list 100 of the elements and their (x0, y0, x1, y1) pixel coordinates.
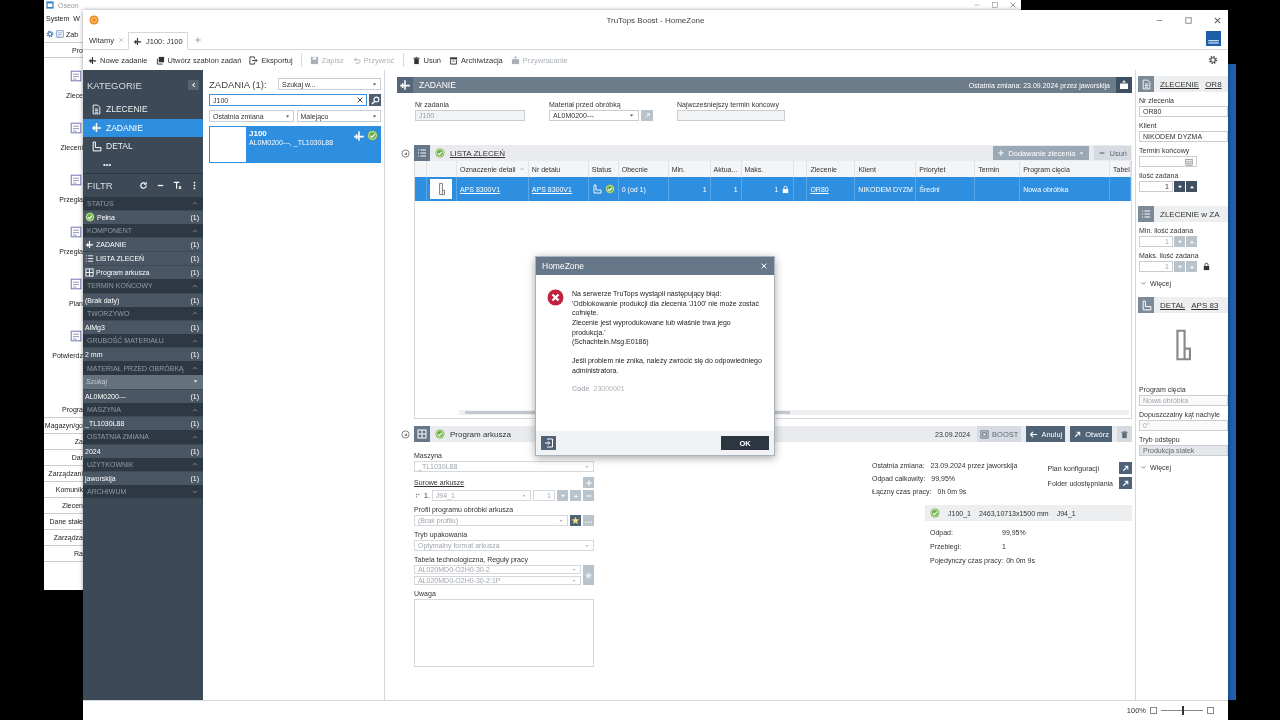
caret-icon (371, 80, 378, 88)
favorite-button[interactable] (570, 515, 581, 526)
lock-icon (1202, 262, 1211, 271)
gear-icon[interactable] (46, 30, 54, 38)
document-icon[interactable] (70, 277, 82, 290)
section-link[interactable]: LISTA ZLECEŃ (450, 148, 505, 158)
check-icon (367, 130, 378, 141)
section-title: ZADANIE (419, 80, 456, 90)
chevron-left-icon (189, 81, 198, 89)
plus-icon (584, 478, 593, 487)
note-field[interactable] (414, 599, 594, 667)
collapse-icon[interactable] (401, 148, 410, 158)
search-button[interactable] (369, 94, 381, 106)
caret-icon (371, 112, 378, 120)
restore-icon (510, 55, 520, 65)
section-title: Program arkusza (450, 429, 511, 439)
trash-icon (1120, 429, 1129, 439)
maximize-icon[interactable] (1184, 15, 1193, 25)
panel-title[interactable]: APS 83 (1191, 300, 1219, 310)
part-icon (1176, 329, 1191, 361)
chevron-up-icon (191, 199, 199, 208)
open-link-button[interactable] (1119, 462, 1132, 474)
caret-icon (628, 112, 635, 119)
panel-title[interactable]: ZLECENIE (1160, 79, 1200, 89)
task-icon (353, 130, 365, 142)
toggle-button[interactable] (1116, 77, 1132, 93)
clear-filter-icon[interactable] (173, 180, 182, 190)
close-icon (760, 262, 768, 270)
more-button[interactable]: ••• (103, 159, 112, 169)
list-icon (1141, 209, 1151, 219)
boost-icon (980, 429, 990, 439)
document-icon[interactable] (70, 69, 82, 82)
exit-icon (543, 438, 554, 448)
category-item[interactable]: DETAL (83, 137, 203, 156)
task-icon (85, 240, 94, 250)
collapse-button[interactable] (188, 80, 199, 90)
open-icon (1073, 429, 1083, 439)
sort-icon (518, 166, 525, 172)
trash-icon (411, 55, 421, 65)
task-icon (133, 36, 142, 46)
star-icon (571, 516, 580, 525)
zoom-out-button[interactable] (1150, 707, 1157, 714)
external-link-icon (1121, 463, 1130, 473)
list-title: ZADANIA (1): (209, 78, 267, 90)
date-field[interactable] (1139, 156, 1197, 167)
panel-title[interactable]: OR8 (1205, 79, 1222, 89)
close-icon[interactable] (1213, 15, 1222, 25)
zoom-in-button[interactable] (1207, 707, 1214, 714)
task-icon (399, 79, 411, 91)
settings-icon[interactable] (1208, 55, 1218, 65)
save-icon (309, 55, 319, 65)
caret-icon (584, 463, 590, 470)
search-icon (370, 95, 380, 105)
maximize-icon[interactable] (991, 1, 999, 9)
task-icon (91, 122, 102, 134)
close-icon[interactable] (1009, 1, 1017, 9)
sheet-icon (85, 268, 94, 278)
check-icon (604, 184, 615, 194)
external-link-icon (1121, 478, 1130, 488)
check-icon (930, 508, 940, 518)
caret-icon (521, 492, 527, 499)
increment-button[interactable] (1186, 181, 1197, 192)
chevron-down-icon (1140, 464, 1147, 471)
calendar-icon[interactable] (1185, 157, 1193, 166)
chevron-up-icon (191, 364, 199, 373)
close-button[interactable] (760, 262, 768, 270)
document-icon[interactable] (70, 121, 82, 134)
document-icon[interactable] (70, 173, 82, 186)
document-icon[interactable] (70, 329, 82, 342)
undo-icon (351, 55, 361, 65)
text-field[interactable] (677, 110, 785, 121)
sheet-icon (417, 429, 427, 439)
panel-title[interactable]: DETAL (1160, 300, 1186, 310)
plus-icon (997, 149, 1006, 157)
detail-icon (91, 140, 102, 152)
collapse-icon[interactable] (401, 429, 410, 439)
chevron-down-icon (191, 487, 199, 496)
window-title: TruTops Boost - HomeZone (606, 15, 705, 25)
doc-icon (91, 103, 102, 115)
section-title: KATEGORIE (87, 79, 142, 91)
grip-icon[interactable] (414, 491, 422, 500)
export-button[interactable] (541, 436, 556, 450)
document-icon[interactable] (70, 225, 82, 238)
back-icon (1029, 429, 1039, 439)
error-icon (547, 289, 564, 306)
lock-icon (781, 184, 791, 194)
app-logo-icon (89, 15, 99, 25)
refresh-icon[interactable] (139, 180, 148, 190)
template-icon (155, 55, 165, 65)
chevron-down-icon (1140, 280, 1147, 287)
archive-icon (449, 55, 459, 65)
decrement-button[interactable] (1174, 181, 1185, 192)
detail-icon (1140, 299, 1152, 311)
new-tab-icon[interactable] (193, 36, 202, 44)
task-name: J100 (249, 129, 268, 138)
export-icon (249, 55, 259, 65)
open-link-button[interactable] (1119, 477, 1132, 489)
caret-icon (1078, 149, 1086, 157)
caret-icon (584, 542, 590, 549)
category-item[interactable]: ZLECENIE (83, 100, 203, 119)
